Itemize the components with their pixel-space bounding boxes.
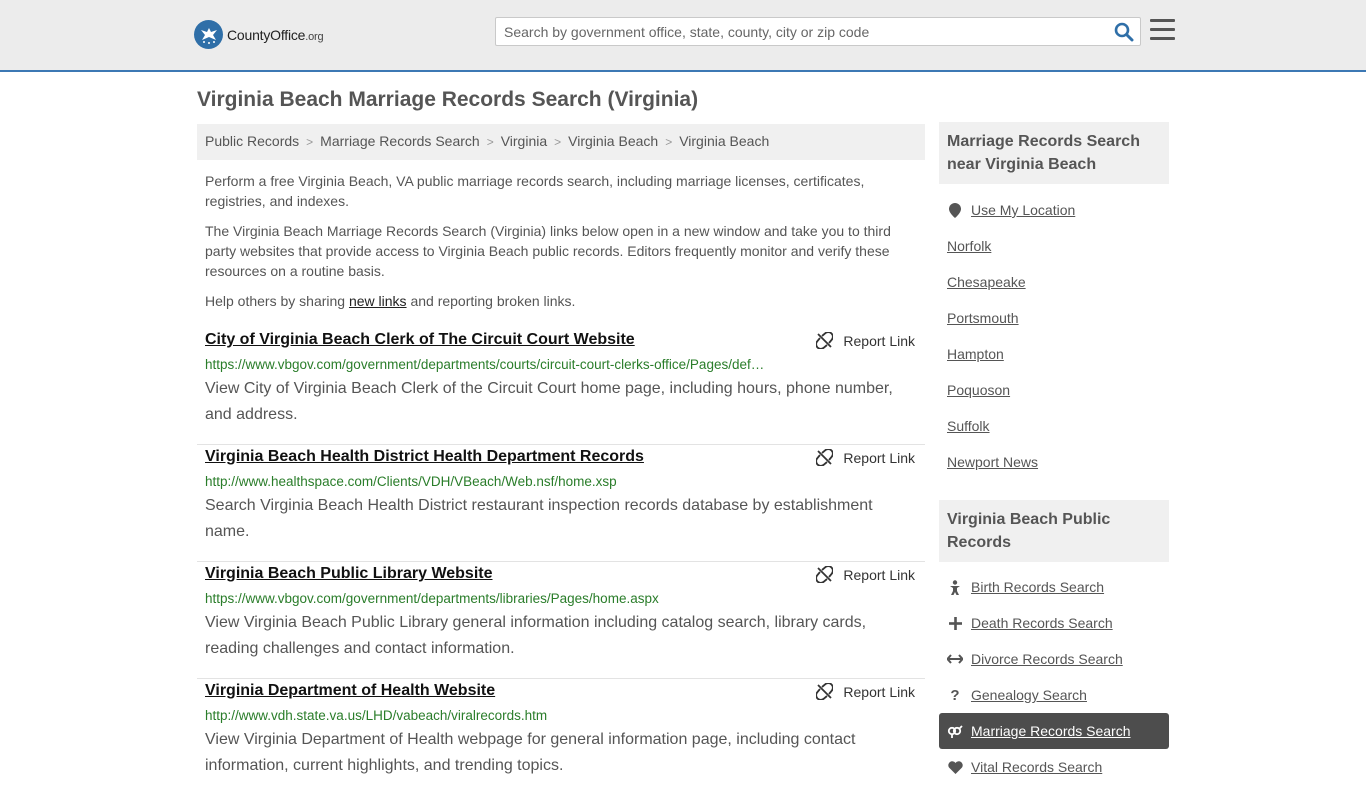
breadcrumb-marriage-records-search[interactable]: Marriage Records Search (320, 133, 480, 151)
nearby-city-link[interactable]: Hampton (939, 336, 1169, 372)
nearby-heading: Marriage Records Search near Virginia Be… (939, 122, 1169, 184)
result-title-link[interactable]: City of Virginia Beach Clerk of The Circ… (205, 331, 635, 349)
death-records-link[interactable]: Death Records Search (939, 605, 1169, 641)
nearby-city-link[interactable]: Chesapeake (939, 264, 1169, 300)
nearby-city-link[interactable]: Newport News (939, 444, 1169, 480)
genealogy-search-link[interactable]: ? Genealogy Search (939, 677, 1169, 713)
report-link-label: Report Link (843, 566, 915, 583)
use-my-location-link[interactable]: Use My Location (939, 192, 1169, 228)
breadcrumb-separator: > (486, 135, 494, 149)
result-item: City of Virginia Beach Clerk of The Circ… (197, 328, 925, 445)
search-input[interactable] (496, 18, 1106, 45)
heartbeat-icon (947, 759, 963, 775)
divorce-records-label: Divorce Records Search (971, 651, 1123, 667)
breadcrumb-virginia-beach[interactable]: Virginia Beach (679, 133, 769, 151)
breadcrumb-virginia-beach-city[interactable]: Virginia Beach (568, 133, 658, 151)
result-url: https://www.vbgov.com/government/departm… (205, 357, 765, 372)
nearby-city-link[interactable]: Portsmouth (939, 300, 1169, 336)
broken-link-icon (816, 566, 834, 583)
breadcrumb-public-records[interactable]: Public Records (205, 133, 299, 151)
baby-icon (947, 579, 963, 595)
search-box (495, 17, 1141, 46)
nearby-city-label: Chesapeake (947, 274, 1026, 290)
birth-records-link[interactable]: Birth Records Search (939, 569, 1169, 605)
report-link-button[interactable]: Report Link (816, 683, 915, 700)
report-link-label: Report Link (843, 449, 915, 466)
result-description: View Virginia Department of Health webpa… (205, 731, 856, 774)
breadcrumb-virginia[interactable]: Virginia (501, 133, 547, 151)
breadcrumb: Public Records > Marriage Records Search… (197, 124, 925, 160)
divorce-records-link[interactable]: Divorce Records Search (939, 641, 1169, 677)
split-arrows-icon (947, 651, 963, 667)
result-title-link[interactable]: Virginia Beach Public Library Website (205, 565, 493, 583)
marriage-records-link[interactable]: Marriage Records Search (939, 713, 1169, 749)
report-link-button[interactable]: Report Link (816, 566, 915, 583)
breadcrumb-separator: > (665, 135, 673, 149)
result-title-link[interactable]: Virginia Department of Health Website (205, 682, 495, 700)
nearby-city-label: Norfolk (947, 238, 992, 254)
report-link-label: Report Link (843, 332, 915, 349)
nearby-city-label: Portsmouth (947, 310, 1019, 326)
venus-mars-icon (947, 723, 963, 739)
result-url: http://www.vdh.state.va.us/LHD/vabeach/v… (205, 708, 548, 723)
report-link-button[interactable]: Report Link (816, 332, 915, 349)
eagle-seal-icon (194, 20, 223, 49)
result-item: Virginia Beach Health District Health De… (197, 445, 925, 562)
nearby-list: Use My Location Norfolk Chesapeake Ports… (939, 192, 1169, 480)
report-link-button[interactable]: Report Link (816, 449, 915, 466)
breadcrumb-separator: > (306, 135, 314, 149)
broken-link-icon (816, 449, 834, 466)
result-url: http://www.healthspace.com/Clients/VDH/V… (205, 474, 617, 489)
nearby-city-link[interactable]: Poquoson (939, 372, 1169, 408)
breadcrumb-separator: > (554, 135, 562, 149)
result-url: https://www.vbgov.com/government/departm… (205, 591, 659, 606)
intro-p3-before: Help others by sharing (205, 293, 349, 309)
death-records-label: Death Records Search (971, 615, 1113, 631)
map-pin-icon (947, 202, 963, 218)
public-records-list: Birth Records Search Death Records Searc… (939, 569, 1169, 785)
cross-icon (947, 615, 963, 631)
logo-text: CountyOffice.org (227, 26, 324, 43)
site-logo[interactable]: CountyOffice.org (194, 20, 324, 49)
intro-p3-after: and reporting broken links. (406, 293, 576, 309)
nearby-city-link[interactable]: Suffolk (939, 408, 1169, 444)
vital-records-link[interactable]: Vital Records Search (939, 749, 1169, 785)
nearby-city-label: Poquoson (947, 382, 1011, 398)
vital-records-label: Vital Records Search (971, 759, 1103, 775)
broken-link-icon (816, 332, 834, 349)
intro-paragraph-3: Help others by sharing new links and rep… (205, 291, 905, 311)
logo-main-text: CountyOffice (227, 26, 306, 43)
broken-link-icon (816, 683, 834, 700)
birth-records-label: Birth Records Search (971, 579, 1105, 595)
result-title-link[interactable]: Virginia Beach Health District Health De… (205, 448, 644, 466)
result-description: View Virginia Beach Public Library gener… (205, 614, 867, 657)
nearby-city-label: Suffolk (947, 418, 990, 434)
intro-paragraph-1: Perform a free Virginia Beach, VA public… (205, 173, 865, 209)
genealogy-search-label: Genealogy Search (971, 687, 1087, 703)
search-icon[interactable] (1114, 22, 1134, 42)
top-bar: CountyOffice.org (0, 0, 1366, 72)
results-list: City of Virginia Beach Clerk of The Circ… (197, 328, 925, 796)
new-links-link[interactable]: new links (349, 293, 407, 309)
result-description: View City of Virginia Beach Clerk of the… (205, 380, 893, 423)
result-item: Virginia Department of Health Website Re… (197, 679, 925, 796)
hamburger-menu-icon[interactable] (1150, 19, 1175, 41)
nearby-city-link[interactable]: Norfolk (939, 228, 1169, 264)
logo-suffix-text: .org (305, 30, 324, 43)
public-records-heading: Virginia Beach Public Records (939, 500, 1169, 562)
intro-paragraph-2: The Virginia Beach Marriage Records Sear… (205, 223, 891, 279)
result-description: Search Virginia Beach Health District re… (205, 497, 873, 540)
nearby-city-label: Hampton (947, 346, 1004, 362)
question-icon: ? (950, 686, 960, 704)
intro-text: Perform a free Virginia Beach, VA public… (205, 171, 905, 321)
result-item: Virginia Beach Public Library Website Re… (197, 562, 925, 679)
page-title: Virginia Beach Marriage Records Search (… (197, 88, 699, 111)
use-my-location-label: Use My Location (971, 202, 1076, 218)
report-link-label: Report Link (843, 683, 915, 700)
nearby-city-label: Newport News (947, 454, 1039, 470)
marriage-records-label: Marriage Records Search (971, 723, 1131, 739)
